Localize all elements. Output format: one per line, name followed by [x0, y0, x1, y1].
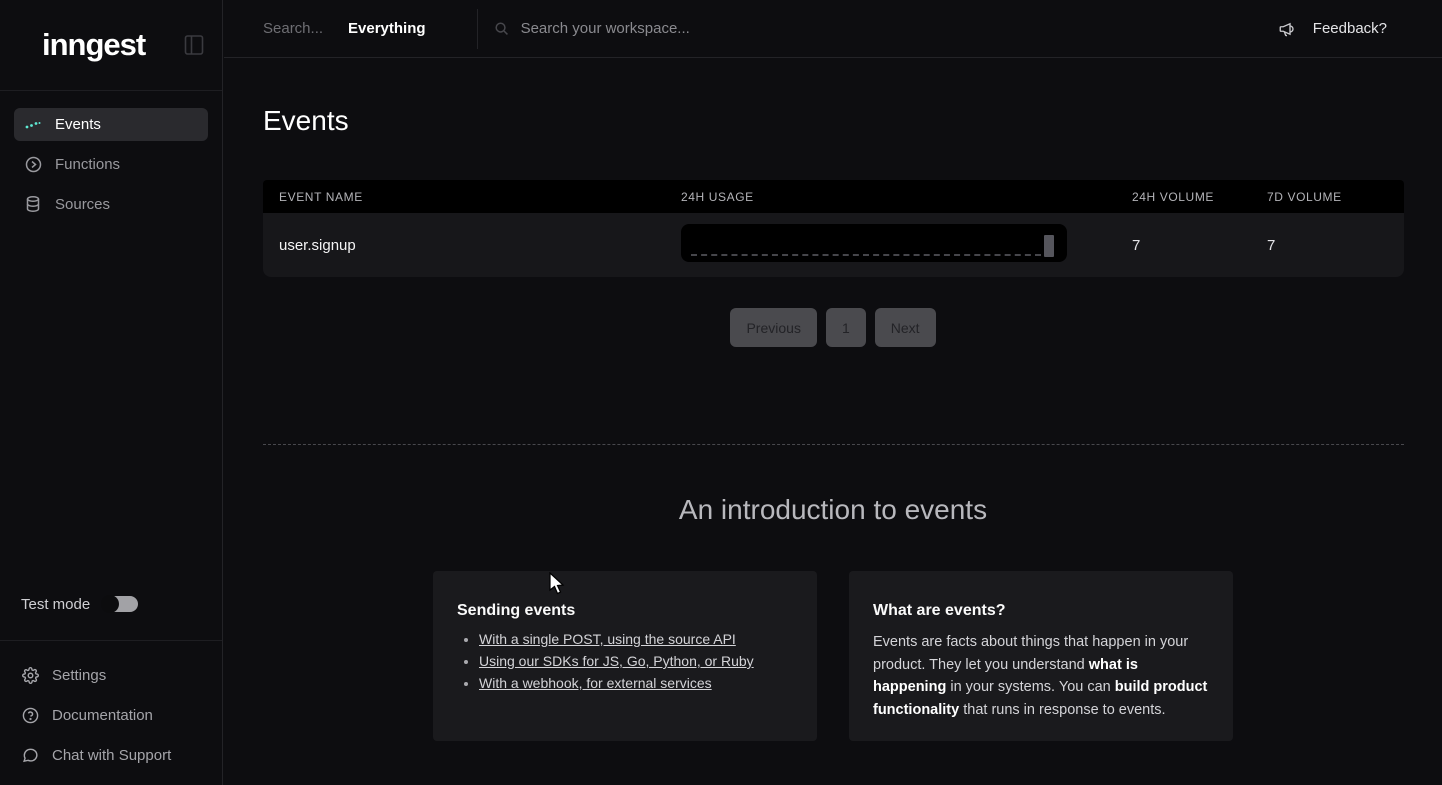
card-body: Events are facts about things that happe…: [873, 631, 1209, 721]
link-webhook[interactable]: With a webhook, for external services: [479, 675, 712, 691]
sparkline-baseline: [691, 254, 1041, 256]
section-divider: [263, 444, 1404, 445]
sidebar-footer: Settings Documentation C: [0, 640, 222, 785]
column-header-24h-usage: 24H USAGE: [681, 190, 1132, 204]
main-content: Events EVENT NAME 24H USAGE 24H VOLUME 7…: [224, 58, 1442, 785]
column-header-7d-volume: 7D VOLUME: [1267, 190, 1404, 204]
test-mode-label: Test mode: [21, 596, 90, 613]
events-table: EVENT NAME 24H USAGE 24H VOLUME 7D VOLUM…: [263, 180, 1404, 277]
body-text: in your systems. You can: [946, 679, 1114, 695]
test-mode-toggle[interactable]: [102, 596, 138, 612]
what-are-events-card: What are events? Events are facts about …: [849, 571, 1233, 741]
list-item: Using our SDKs for JS, Go, Python, or Ru…: [479, 653, 793, 670]
sidebar-header: inngest: [0, 0, 222, 91]
database-icon: [24, 196, 42, 213]
body-text: that runs in response to events.: [959, 702, 1165, 718]
body-text: Events are facts about things that happe…: [873, 634, 1188, 673]
sidebar-item-sources[interactable]: Sources: [14, 188, 208, 221]
card-title: What are events?: [873, 602, 1209, 620]
link-sdks[interactable]: Using our SDKs for JS, Go, Python, or Ru…: [479, 653, 754, 669]
question-circle-icon: [21, 707, 39, 724]
topbar-divider: [477, 9, 478, 49]
sidebar: inngest Events: [0, 0, 223, 785]
feedback-label: Feedback?: [1313, 20, 1387, 37]
sidebar-item-label: Functions: [55, 156, 120, 173]
footer-item-label: Chat with Support: [52, 747, 171, 764]
volume-7d-cell: 7: [1267, 237, 1404, 254]
function-circle-icon: [24, 156, 42, 173]
usage-sparkline-chart: [681, 224, 1067, 262]
page-title: Events: [263, 105, 349, 137]
intro-heading: An introduction to events: [224, 494, 1442, 526]
sidebar-item-chat-support[interactable]: Chat with Support: [21, 735, 201, 775]
previous-page-button[interactable]: Previous: [730, 308, 816, 347]
next-page-button[interactable]: Next: [875, 308, 936, 347]
sidebar-item-label: Sources: [55, 196, 110, 213]
collapse-sidebar-icon[interactable]: [184, 34, 204, 56]
footer-item-label: Settings: [52, 667, 106, 684]
event-name-cell[interactable]: user.signup: [263, 237, 681, 254]
test-mode-row: Test mode: [0, 584, 222, 624]
list-item: With a single POST, using the source API: [479, 631, 793, 648]
card-title: Sending events: [457, 602, 793, 620]
workspace-search: [494, 20, 1278, 37]
table-row[interactable]: user.signup 7 7: [263, 213, 1404, 277]
table-header-row: EVENT NAME 24H USAGE 24H VOLUME 7D VOLUM…: [263, 180, 1404, 213]
column-header-event-name: EVENT NAME: [263, 190, 681, 204]
volume-24h-cell: 7: [1132, 237, 1267, 254]
toggle-knob: [101, 595, 119, 613]
search-shortcut-label[interactable]: Search...: [263, 20, 323, 37]
search-icon: [494, 21, 509, 36]
intro-cards: Sending events With a single POST, using…: [224, 571, 1442, 741]
page-number-button[interactable]: 1: [826, 308, 866, 347]
gear-icon: [21, 667, 39, 684]
card-link-list: With a single POST, using the source API…: [457, 631, 793, 692]
megaphone-icon: [1278, 20, 1296, 38]
footer-item-label: Documentation: [52, 707, 153, 724]
sidebar-item-label: Events: [55, 116, 101, 133]
sidebar-item-functions[interactable]: Functions: [14, 148, 208, 181]
topbar: Search... Everything Feedback?: [224, 0, 1442, 58]
sidebar-item-documentation[interactable]: Documentation: [21, 695, 201, 735]
events-sparkline-icon: [24, 119, 42, 131]
sidebar-nav: Events Functions Sources: [0, 91, 222, 221]
sidebar-bottom: Test mode Settings: [0, 584, 222, 785]
sending-events-card: Sending events With a single POST, using…: [433, 571, 817, 741]
chat-bubble-icon: [21, 747, 39, 764]
search-scope-selector[interactable]: Everything: [348, 20, 426, 37]
sidebar-item-settings[interactable]: Settings: [21, 655, 201, 695]
feedback-button[interactable]: Feedback?: [1278, 20, 1387, 38]
inngest-logo: inngest: [42, 27, 145, 63]
sidebar-item-events[interactable]: Events: [14, 108, 208, 141]
pagination: Previous 1 Next: [224, 308, 1442, 347]
sparkline-bar: [1044, 235, 1054, 257]
list-item: With a webhook, for external services: [479, 675, 793, 692]
workspace-search-input[interactable]: [521, 20, 921, 37]
link-source-api[interactable]: With a single POST, using the source API: [479, 631, 736, 647]
column-header-24h-volume: 24H VOLUME: [1132, 190, 1267, 204]
usage-sparkline-cell: [681, 224, 1132, 267]
